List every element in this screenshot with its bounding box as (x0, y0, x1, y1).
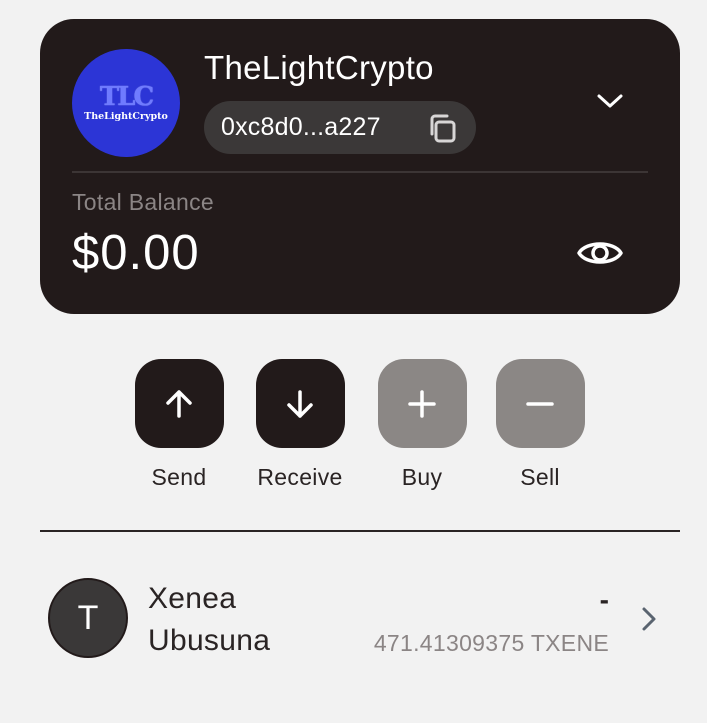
copy-icon[interactable] (426, 112, 458, 144)
logo-monogram: TLC (99, 81, 154, 112)
receive-label: Receive (257, 464, 343, 490)
plus-icon (408, 389, 436, 418)
sell-label: Sell (520, 464, 560, 490)
wallet-address: 0xc8d0...a227 (221, 113, 381, 141)
balance-value: $0.00 (72, 226, 200, 280)
send-action: Send (124, 359, 234, 491)
account-name: TheLightCrypto (204, 49, 434, 86)
logo-text: TheLightCrypto (84, 110, 168, 122)
buy-label: Buy (401, 464, 443, 490)
action-bar: Send Receive Buy Sell (0, 359, 707, 499)
section-divider (40, 530, 680, 532)
address-pill[interactable]: 0xc8d0...a227 (204, 101, 476, 154)
token-fiat-value: - (599, 584, 609, 615)
buy-button[interactable] (377, 359, 467, 448)
receive-action: Receive (245, 359, 355, 491)
token-row[interactable]: T Xenea Ubusuna - 471.41309375 TXENE (40, 560, 680, 680)
arrow-up-icon (166, 389, 192, 418)
eye-icon[interactable] (576, 235, 624, 271)
token-name: Xenea Ubusuna (148, 582, 271, 657)
sell-action: Sell (485, 359, 595, 491)
receive-button[interactable] (255, 359, 345, 448)
arrow-down-icon (287, 389, 313, 418)
wallet-card: TLC TheLightCrypto TheLightCrypto 0xc8d0… (40, 19, 680, 314)
chevron-down-icon[interactable] (596, 91, 624, 111)
balance-label: Total Balance (72, 189, 214, 215)
buy-action: Buy (367, 359, 477, 491)
send-label: Send (151, 464, 207, 490)
token-amount: 471.41309375 TXENE (373, 630, 609, 656)
send-button[interactable] (134, 359, 224, 448)
token-avatar: T (48, 578, 128, 658)
chevron-right-icon (642, 607, 656, 631)
card-divider (72, 171, 648, 173)
minus-icon (526, 401, 554, 406)
account-avatar[interactable]: TLC TheLightCrypto (72, 49, 180, 157)
sell-button[interactable] (495, 359, 585, 448)
